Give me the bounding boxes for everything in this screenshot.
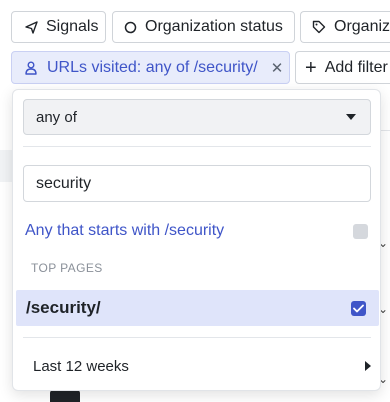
- add-filter-button[interactable]: + Add filter: [295, 51, 390, 84]
- url-search-input[interactable]: [23, 165, 371, 202]
- date-range-option[interactable]: Last 12 weeks: [23, 348, 371, 384]
- divider: [23, 337, 371, 338]
- tag-icon: [312, 20, 326, 34]
- organization-status-filter-button[interactable]: Organization status: [112, 11, 295, 43]
- caret-down-icon: [346, 114, 356, 120]
- signal-arrow-icon: [25, 20, 38, 34]
- urls-visited-filter-chip[interactable]: URLs visited: any of /security/ ✕: [11, 51, 290, 84]
- organization-filter-button[interactable]: Organiza: [300, 11, 390, 43]
- plus-icon: +: [305, 56, 317, 79]
- top-pages-heading: TOP PAGES: [31, 261, 103, 275]
- signals-filter-label: Signals: [46, 18, 99, 35]
- background-element: [50, 390, 80, 402]
- top-page-checkbox[interactable]: [351, 300, 366, 316]
- urls-filter-dropdown: any of Any that starts with /security TO…: [12, 89, 381, 391]
- starts-with-option-label: Any that starts with /security: [25, 222, 225, 239]
- organization-status-filter-label: Organization status: [145, 18, 283, 35]
- starts-with-checkbox[interactable]: [353, 223, 368, 239]
- checkmark-icon: [353, 304, 364, 312]
- divider: [23, 146, 371, 147]
- add-filter-label: Add filter: [324, 58, 388, 76]
- operator-select[interactable]: any of: [23, 99, 371, 135]
- close-icon[interactable]: ✕: [271, 59, 284, 77]
- signals-filter-button[interactable]: Signals: [11, 11, 106, 43]
- top-page-item[interactable]: /security/: [16, 290, 379, 326]
- top-page-item-label: /security/: [26, 298, 101, 317]
- date-range-label: Last 12 weeks: [33, 357, 129, 375]
- circle-icon: [124, 21, 137, 34]
- starts-with-option[interactable]: Any that starts with /security: [23, 213, 371, 249]
- background-panel: [0, 150, 12, 182]
- caret-right-icon: [365, 361, 371, 371]
- operator-select-value: any of: [36, 108, 77, 126]
- person-icon: [25, 61, 37, 75]
- urls-visited-filter-label: URLs visited: any of /security/: [47, 58, 258, 76]
- organization-filter-label: Organiza: [334, 18, 390, 35]
